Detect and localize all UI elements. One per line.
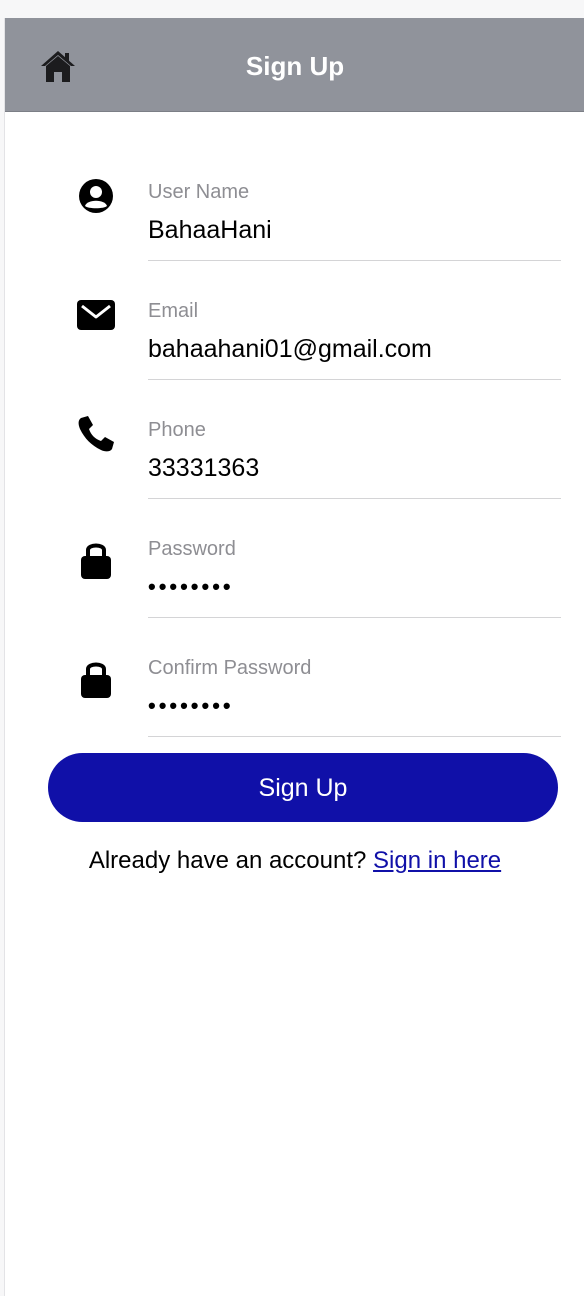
- username-input[interactable]: [148, 212, 558, 248]
- sign-up-button[interactable]: Sign Up: [48, 753, 558, 822]
- phone-icon: [78, 416, 114, 452]
- confirm-password-underline: [148, 736, 561, 737]
- user-circle-icon: [79, 179, 113, 213]
- sign-in-prompt: Already have an account? Sign in here: [5, 844, 584, 878]
- email-field: Email: [5, 287, 584, 399]
- email-underline: [148, 379, 561, 380]
- confirm-password-label: Confirm Password: [148, 657, 312, 679]
- phone-input[interactable]: [148, 450, 558, 486]
- envelope-icon: [77, 300, 115, 330]
- sign-in-link[interactable]: Sign in here: [373, 847, 501, 874]
- lock-icon: [81, 543, 111, 579]
- username-label: User Name: [148, 181, 250, 203]
- lock-icon: [81, 662, 111, 698]
- page-title: Sign Up: [245, 51, 345, 81]
- password-label: Password: [148, 538, 236, 560]
- password-input[interactable]: ••••••••: [148, 569, 558, 605]
- phone-field: Phone: [5, 406, 584, 518]
- confirm-password-field: Confirm Password ••••••••: [5, 644, 584, 756]
- username-underline: [148, 260, 561, 261]
- password-underline: [148, 617, 561, 618]
- sign-in-prompt-text: Already have an account?: [88, 847, 367, 874]
- email-label: Email: [148, 300, 199, 322]
- top-bar: Sign Up: [5, 18, 584, 112]
- email-input[interactable]: [148, 331, 558, 367]
- confirm-password-input[interactable]: ••••••••: [148, 688, 558, 724]
- username-field: User Name: [5, 168, 584, 280]
- phone-underline: [148, 498, 561, 499]
- signup-page: Sign Up User Name Email: [4, 18, 584, 1296]
- password-field: Password ••••••••: [5, 525, 584, 637]
- phone-label: Phone: [148, 419, 206, 441]
